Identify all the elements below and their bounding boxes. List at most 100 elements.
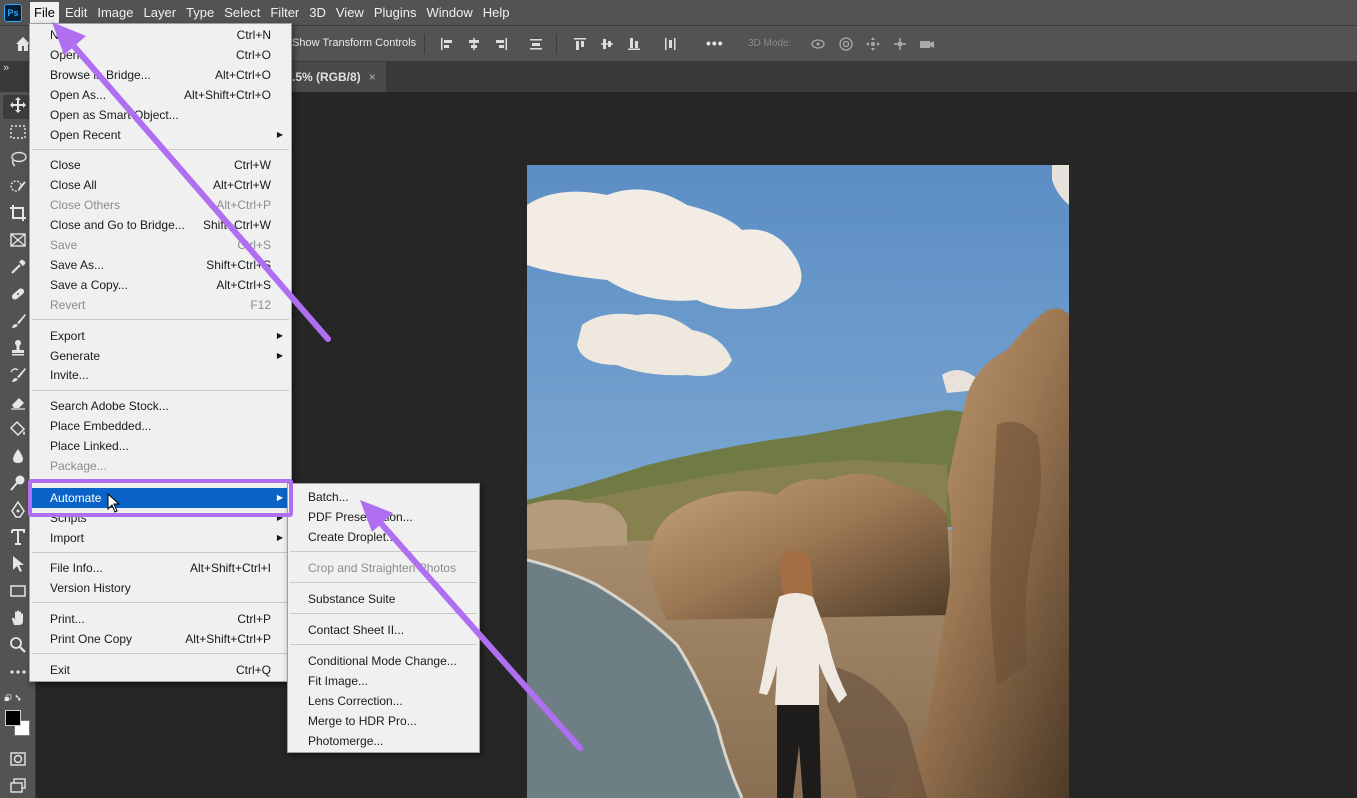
document-tab[interactable]: .5% (RGB/8) × <box>282 62 386 92</box>
quick-selection-tool-icon[interactable] <box>9 177 27 195</box>
foreground-color-swatch[interactable] <box>5 710 21 726</box>
menu-item-merge-to-hdr-pro[interactable]: Merge to HDR Pro... <box>288 711 479 731</box>
menu-item-close-all[interactable]: Close All Alt+Ctrl+W <box>30 175 291 195</box>
align-top-icon[interactable] <box>572 36 588 52</box>
menu-item-new[interactable]: New... Ctrl+N <box>30 25 291 45</box>
menu-help[interactable]: Help <box>479 2 514 24</box>
menu-item-version-history[interactable]: Version History <box>30 578 291 598</box>
roll-3d-icon[interactable] <box>838 36 854 52</box>
camera-3d-icon[interactable] <box>919 36 935 52</box>
menu-type[interactable]: Type <box>182 2 218 24</box>
align-middle-icon[interactable] <box>599 36 615 52</box>
menu-item-close-others[interactable]: Close Others Alt+Ctrl+P <box>30 195 291 215</box>
options-separator <box>424 34 425 54</box>
menu-item-search-adobe-stock[interactable]: Search Adobe Stock... <box>30 396 291 416</box>
menu-image[interactable]: Image <box>93 2 137 24</box>
menu-item-substance-suite[interactable]: Substance Suite <box>288 589 479 609</box>
frame-tool-icon[interactable] <box>9 231 27 249</box>
menu-item-open[interactable]: Open... Ctrl+O <box>30 45 291 65</box>
type-tool-icon[interactable] <box>9 528 27 546</box>
dodge-tool-icon[interactable] <box>9 474 27 492</box>
orbit-3d-icon[interactable] <box>810 36 826 52</box>
align-center-icon[interactable] <box>466 36 482 52</box>
menu-item-invite[interactable]: Invite... <box>30 365 291 385</box>
menu-item-close[interactable]: Close Ctrl+W <box>30 155 291 175</box>
menu-item-place-embedded[interactable]: Place Embedded... <box>30 416 291 436</box>
menu-3d[interactable]: 3D <box>305 2 330 24</box>
menu-item-photomerge[interactable]: Photomerge... <box>288 731 479 751</box>
slide-3d-icon[interactable] <box>892 36 908 52</box>
menu-item-pdf-presentation[interactable]: PDF Presentation... <box>288 507 479 527</box>
menu-item-file-info[interactable]: File Info... Alt+Shift+Ctrl+I <box>30 558 291 578</box>
menu-item-open-as[interactable]: Open As... Alt+Shift+Ctrl+O <box>30 85 291 105</box>
align-left-icon[interactable] <box>439 36 455 52</box>
menu-plugins[interactable]: Plugins <box>370 2 421 24</box>
menu-item-crop-and-straighten-photos[interactable]: Crop and Straighten Photos <box>288 558 479 578</box>
align-bottom-icon[interactable] <box>626 36 642 52</box>
marquee-tool-icon[interactable] <box>9 123 27 141</box>
close-icon[interactable]: × <box>369 70 376 84</box>
zoom-tool-icon[interactable] <box>9 636 27 654</box>
menu-item-open-recent[interactable]: Open Recent ▶ <box>30 125 291 145</box>
menu-item-batch[interactable]: Batch... <box>288 487 479 507</box>
menu-edit[interactable]: Edit <box>61 2 91 24</box>
path-selection-tool-icon[interactable] <box>9 555 27 573</box>
blur-tool-icon[interactable] <box>9 447 27 465</box>
menu-item-package[interactable]: Package... <box>30 456 291 476</box>
menu-item-print-one-copy[interactable]: Print One Copy Alt+Shift+Ctrl+P <box>30 629 291 649</box>
menu-item-exit[interactable]: Exit Ctrl+Q <box>30 660 291 680</box>
menu-item-save-a-copy[interactable]: Save a Copy... Alt+Ctrl+S <box>30 275 291 295</box>
more-tools-icon[interactable] <box>9 663 27 681</box>
move-tool-icon[interactable] <box>9 96 27 114</box>
show-transform-controls-label[interactable]: Show Transform Controls <box>292 37 416 49</box>
collapse-panel-icon[interactable]: » <box>3 62 9 74</box>
lasso-tool-icon[interactable] <box>9 150 27 168</box>
menu-view[interactable]: View <box>332 2 368 24</box>
menu-item-contact-sheet[interactable]: Contact Sheet II... <box>288 620 479 640</box>
crop-tool-icon[interactable] <box>9 204 27 222</box>
healing-brush-tool-icon[interactable] <box>9 285 27 303</box>
pan-3d-icon[interactable] <box>865 36 881 52</box>
clone-stamp-tool-icon[interactable] <box>9 339 27 357</box>
menu-item-export[interactable]: Export ▶ <box>30 326 291 346</box>
menu-layer[interactable]: Layer <box>140 2 181 24</box>
align-right-icon[interactable] <box>493 36 509 52</box>
menu-item-generate[interactable]: Generate ▶ <box>30 346 291 366</box>
menu-item-fit-image[interactable]: Fit Image... <box>288 671 479 691</box>
photoshop-window: Ps File Edit Image Layer Type Select Fil… <box>0 0 1357 798</box>
menu-item-create-droplet[interactable]: Create Droplet... <box>288 527 479 547</box>
menu-item-save-as[interactable]: Save As... Shift+Ctrl+S <box>30 255 291 275</box>
automate-submenu: Batch... PDF Presentation... Create Drop… <box>287 483 480 753</box>
menu-item-revert[interactable]: Revert F12 <box>30 295 291 315</box>
swap-colors-icon[interactable] <box>4 690 30 704</box>
menu-select[interactable]: Select <box>220 2 264 24</box>
canvas-photo[interactable] <box>527 165 1069 798</box>
distribute-vertical-icon[interactable] <box>662 36 678 52</box>
paint-bucket-tool-icon[interactable] <box>9 420 27 438</box>
menu-item-conditional-mode-change[interactable]: Conditional Mode Change... <box>288 651 479 671</box>
hand-tool-icon[interactable] <box>9 609 27 627</box>
menu-item-open-as-smart-object[interactable]: Open as Smart Object... <box>30 105 291 125</box>
menu-separator <box>290 551 477 552</box>
pen-tool-icon[interactable] <box>9 500 27 519</box>
menu-file[interactable]: File <box>30 1 59 24</box>
quick-mask-icon[interactable] <box>9 750 27 768</box>
rectangle-tool-icon[interactable] <box>9 582 27 600</box>
more-options-icon[interactable]: ••• <box>706 35 724 51</box>
menu-item-lens-correction[interactable]: Lens Correction... <box>288 691 479 711</box>
menu-window[interactable]: Window <box>422 2 476 24</box>
menu-item-import[interactable]: Import ▶ <box>30 528 291 548</box>
eraser-tool-icon[interactable] <box>9 393 27 411</box>
menu-filter[interactable]: Filter <box>266 2 303 24</box>
distribute-icon[interactable] <box>528 36 544 52</box>
eyedropper-tool-icon[interactable] <box>9 258 27 276</box>
screen-mode-icon[interactable] <box>9 777 27 795</box>
menu-item-print[interactable]: Print... Ctrl+P <box>30 609 291 629</box>
menu-item-place-linked[interactable]: Place Linked... <box>30 436 291 456</box>
menu-item-save[interactable]: Save Ctrl+S <box>30 235 291 255</box>
annotation-highlight-box <box>28 479 293 517</box>
history-brush-tool-icon[interactable] <box>9 366 27 384</box>
brush-tool-icon[interactable] <box>9 312 27 330</box>
menu-item-close-and-go-to-bridge[interactable]: Close and Go to Bridge... Shift+Ctrl+W <box>30 215 291 235</box>
menu-item-browse-in-bridge[interactable]: Browse in Bridge... Alt+Ctrl+O <box>30 65 291 85</box>
